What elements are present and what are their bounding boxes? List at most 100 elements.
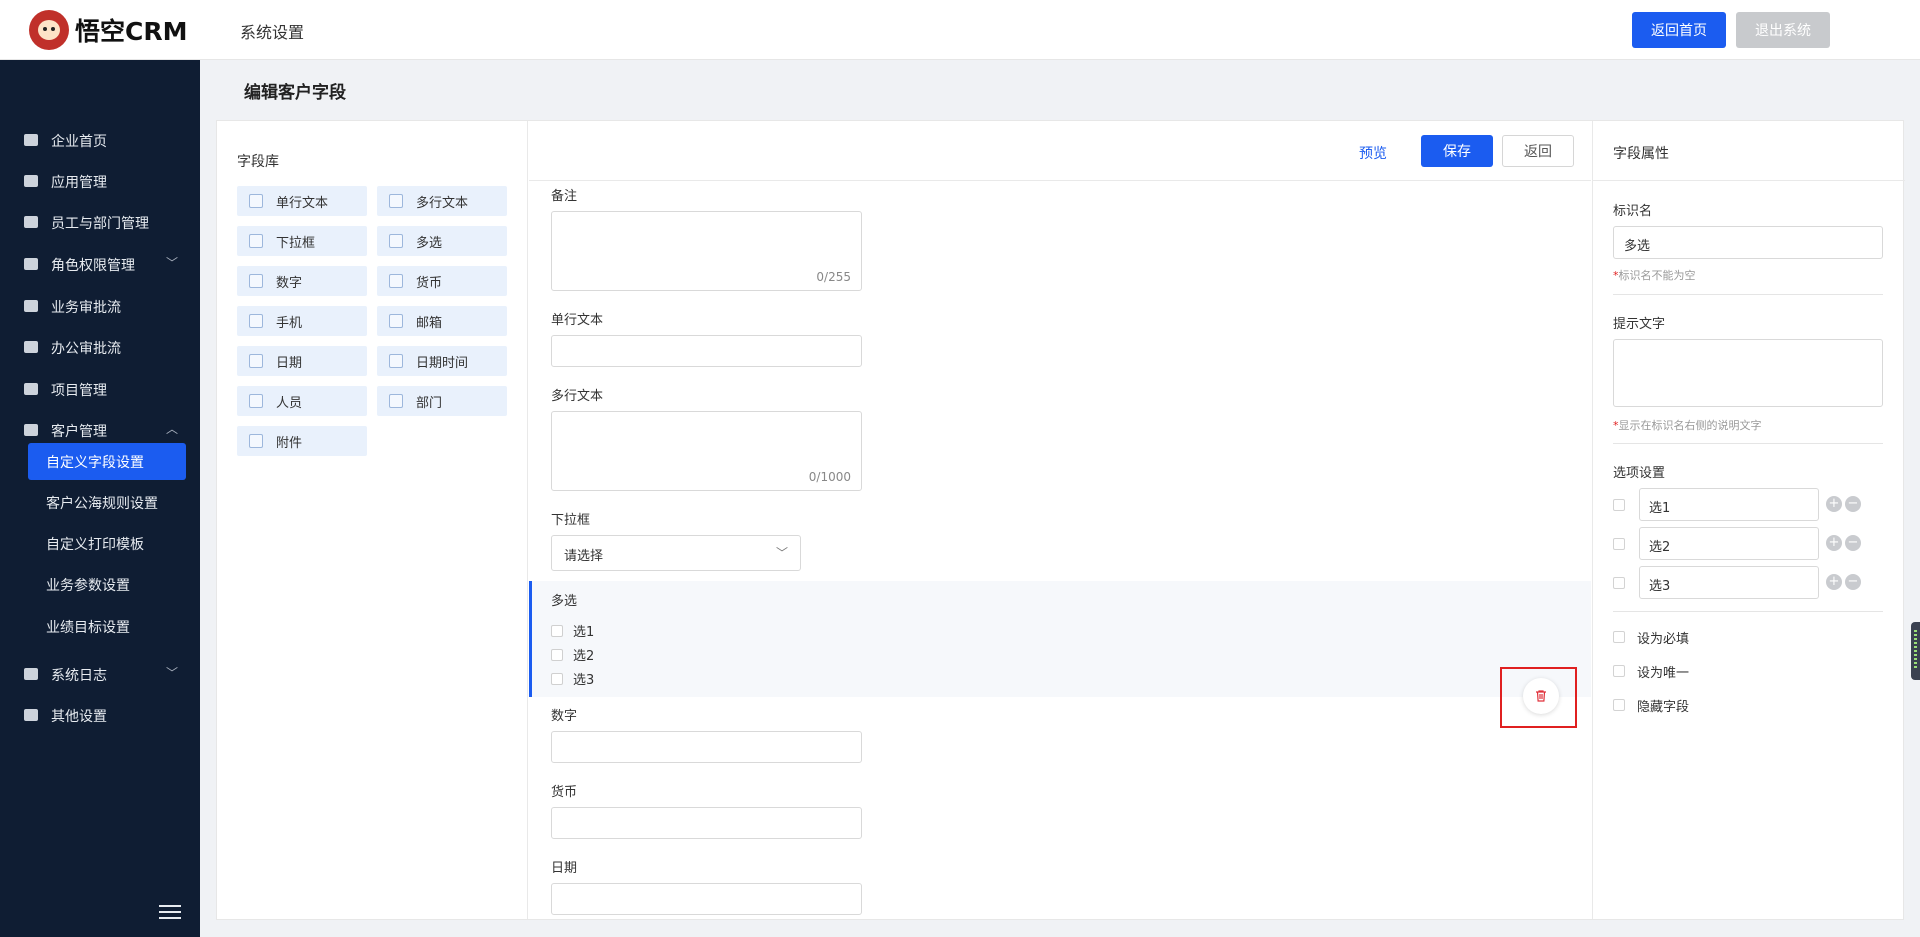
option-default-checkbox[interactable]	[1613, 538, 1625, 550]
add-option-icon[interactable]: +	[1826, 535, 1842, 551]
sidebar-item-roles[interactable]: 角色权限管理 ﹀	[0, 247, 200, 281]
option-input[interactable]: 选2	[1639, 527, 1819, 560]
hidden-checkbox[interactable]	[1613, 699, 1625, 711]
sidebar-item-apps[interactable]: 应用管理	[0, 164, 200, 198]
option-default-checkbox[interactable]	[1613, 577, 1625, 589]
field-label-dropdown: 下拉框	[551, 513, 591, 528]
lib-field-currency[interactable]: 货币	[377, 266, 507, 296]
logo[interactable]: 悟空CRM	[29, 10, 187, 50]
multiselect-option[interactable]: 选2	[551, 645, 594, 664]
name-hint: *标识名不能为空	[1613, 269, 1696, 282]
lib-field-dropdown[interactable]: 下拉框	[237, 226, 367, 256]
sidebar-item-office-approval[interactable]: 办公审批流	[0, 330, 200, 364]
add-option-icon[interactable]: +	[1826, 496, 1842, 512]
options-label: 选项设置	[1613, 466, 1666, 481]
sidebar-item-label: 项目管理	[51, 383, 107, 399]
gear-icon	[24, 709, 38, 721]
top-bar: 悟空CRM 系统设置 返回首页 退出系统	[0, 0, 1920, 60]
user-icon	[24, 341, 38, 353]
chevron-down-icon: ﹀	[775, 546, 788, 560]
checkbox[interactable]	[551, 648, 563, 661]
lib-field-date[interactable]: 日期	[237, 346, 367, 376]
hint-text-label: 提示文字	[1613, 317, 1666, 332]
lib-field-phone[interactable]: 手机	[237, 306, 367, 336]
sidebar-item-label: 其他设置	[51, 709, 107, 725]
checkbox[interactable]	[551, 672, 563, 685]
remove-option-icon[interactable]: −	[1845, 574, 1861, 590]
section-title: 系统设置	[240, 23, 305, 42]
users-icon	[24, 216, 38, 228]
paperclip-icon	[249, 434, 263, 448]
date-input[interactable]	[551, 883, 862, 915]
lib-field-label: 货币	[416, 275, 443, 291]
lib-field-datetime[interactable]: 日期时间	[377, 346, 507, 376]
multiselect-option[interactable]: 选1	[551, 621, 594, 640]
field-label-currency: 货币	[551, 785, 578, 800]
side-drawer-handle[interactable]	[1911, 622, 1920, 680]
preview-link[interactable]: 预览	[1359, 143, 1387, 163]
sidebar-subitem-custom-fields[interactable]: 自定义字段设置	[28, 443, 186, 480]
single-text-input[interactable]	[551, 335, 862, 367]
remove-option-icon[interactable]: −	[1845, 535, 1861, 551]
multi-text-textarea[interactable]: 0/1000	[551, 411, 862, 491]
selected-field-multiselect[interactable]	[529, 581, 1591, 697]
lib-field-person[interactable]: 人员	[237, 386, 367, 416]
logout-button[interactable]: 退出系统	[1736, 12, 1830, 48]
sidebar-item-label: 系统日志	[51, 668, 107, 684]
remove-option-icon[interactable]: −	[1845, 496, 1861, 512]
unique-checkbox[interactable]	[1613, 665, 1625, 677]
back-button[interactable]: 返回	[1502, 135, 1574, 167]
lib-field-multi-text[interactable]: 多行文本	[377, 186, 507, 216]
add-option-icon[interactable]: +	[1826, 574, 1842, 590]
lib-field-label: 多行文本	[416, 195, 469, 211]
collapse-sidebar-icon[interactable]	[159, 905, 181, 921]
sidebar-item-system-log[interactable]: 系统日志 ﹀	[0, 657, 200, 691]
sidebar-item-business-approval[interactable]: 业务审批流	[0, 289, 200, 323]
lib-field-attachment[interactable]: 附件	[237, 426, 367, 456]
lib-field-number[interactable]: 数字	[237, 266, 367, 296]
lib-field-label: 数字	[276, 275, 303, 291]
number-input[interactable]	[551, 731, 862, 763]
sidebar-item-label: 员工与部门管理	[51, 216, 149, 232]
sidebar-item-other-settings[interactable]: 其他设置	[0, 698, 200, 732]
field-label-single-text: 单行文本	[551, 313, 604, 328]
char-count: 0/255	[816, 270, 851, 284]
currency-input[interactable]	[551, 807, 862, 839]
hint-text-textarea[interactable]	[1613, 339, 1883, 407]
lib-field-multiselect[interactable]: 多选	[377, 226, 507, 256]
option-default-checkbox[interactable]	[1613, 499, 1625, 511]
field-label-date: 日期	[551, 861, 578, 876]
lib-field-single-text[interactable]: 单行文本	[237, 186, 367, 216]
sidebar-item-home[interactable]: 企业首页	[0, 123, 200, 157]
person-icon	[249, 394, 263, 408]
sidebar-subitem-business-params[interactable]: 业务参数设置	[28, 566, 186, 603]
sidebar-subitem-print-templates[interactable]: 自定义打印模板	[28, 525, 186, 562]
sidebar-subitem-public-pool-rules[interactable]: 客户公海规则设置	[28, 484, 186, 521]
sidebar-item-staff[interactable]: 员工与部门管理	[0, 205, 200, 239]
multiselect-option[interactable]: 选3	[551, 669, 594, 688]
option-input[interactable]: 选3	[1639, 566, 1819, 599]
lib-field-department[interactable]: 部门	[377, 386, 507, 416]
apps-icon	[24, 175, 38, 187]
lib-field-email[interactable]: 邮箱	[377, 306, 507, 336]
lib-field-label: 手机	[276, 315, 303, 331]
sidebar-item-customers[interactable]: 客户管理 ︿	[0, 413, 200, 447]
sidebar-subitem-performance-goals[interactable]: 业绩目标设置	[28, 608, 186, 645]
checkbox[interactable]	[551, 624, 563, 637]
unique-label: 设为唯一	[1637, 666, 1690, 681]
return-home-button[interactable]: 返回首页	[1632, 12, 1726, 48]
chevron-up-icon: ︿	[166, 422, 179, 436]
option-label: 选3	[573, 673, 595, 688]
dropdown-select[interactable]: 请选择 ﹀	[551, 535, 801, 571]
required-checkbox[interactable]	[1613, 631, 1625, 643]
page-title: 编辑客户字段	[244, 83, 346, 103]
save-button[interactable]: 保存	[1421, 135, 1493, 167]
sidebar-item-projects[interactable]: 项目管理	[0, 372, 200, 406]
remark-textarea[interactable]: 0/255	[551, 211, 862, 291]
field-library-panel: 字段库 单行文本 多行文本 下拉框 多选 数字 货币 手机 邮箱 日期 日期时间…	[217, 121, 528, 919]
option-input[interactable]: 选1	[1639, 488, 1819, 521]
name-input[interactable]: 多选	[1613, 226, 1883, 259]
lib-field-label: 部门	[416, 395, 443, 411]
delete-field-button[interactable]	[1523, 678, 1559, 714]
sidebar-item-label: 客户管理	[51, 424, 107, 440]
